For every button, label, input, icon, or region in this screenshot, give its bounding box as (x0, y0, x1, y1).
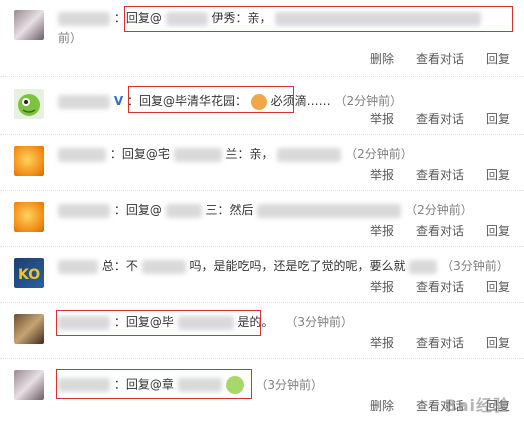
delete-button[interactable]: 删除 (370, 399, 394, 413)
comment-time: （2分钟前） (334, 94, 403, 108)
view-conversation-button[interactable]: 查看对话 (416, 52, 464, 66)
divider (0, 190, 524, 191)
blurred-name (58, 203, 110, 218)
green-character-icon (18, 94, 40, 116)
blurred-text (257, 203, 402, 218)
view-conversation-button[interactable]: 查看对话 (416, 168, 464, 182)
view-conversation-button[interactable]: 查看对话 (416, 224, 464, 238)
report-button[interactable]: 举报 (370, 112, 394, 126)
comment-text: 兰：亲， (225, 147, 274, 161)
comment-time: （3分钟前） (285, 315, 353, 329)
highlight-box (124, 6, 513, 32)
action-bar: 举报 查看对话 回复 (348, 278, 510, 295)
view-conversation-button[interactable]: 查看对话 (416, 280, 464, 294)
reply-button[interactable]: 回复 (486, 336, 510, 350)
blurred-text (277, 147, 342, 162)
blurred-name (165, 203, 202, 218)
comment-line: 总：不 吗，是能吃吗，还是吃了觉的呢，要么就 （3分钟前） (58, 258, 509, 274)
highlight-box (128, 86, 294, 113)
comment-time: （2分钟前） (405, 203, 473, 217)
verified-icon: V (113, 94, 124, 108)
action-bar: 删除 查看对话 回复 (348, 50, 510, 67)
divider (0, 358, 524, 359)
comment-time: 前） (58, 31, 83, 45)
divider (0, 134, 524, 135)
svg-text:KO: KO (18, 267, 40, 283)
avatar[interactable]: KO (14, 258, 44, 288)
reply-button[interactable]: 回复 (486, 168, 510, 182)
comment-text: 吗，是能吃吗，还是吃了觉的呢，要么就 (189, 259, 406, 273)
blurred-name (141, 259, 186, 274)
orange-avatar[interactable] (14, 202, 44, 232)
avatar[interactable] (14, 314, 44, 344)
comment-text: 总：不 (101, 259, 138, 273)
action-bar: 举报 查看对话 回复 (348, 222, 510, 239)
comment-line: ：回复@宅 兰：亲， （2分钟前） (58, 146, 413, 162)
blurred-name (173, 147, 222, 162)
blurred-name (58, 94, 110, 109)
watermark: Bai经验 (444, 396, 510, 415)
comment-text: 三：然后 (205, 203, 254, 217)
divider (0, 302, 524, 303)
action-bar: 举报 查看对话 回复 (348, 334, 510, 351)
highlight-box (56, 310, 261, 336)
reply-button[interactable]: 回复 (486, 280, 510, 294)
logo-icon: KO (18, 267, 40, 283)
comment-time: （3分钟前） (441, 259, 509, 273)
comment-line: ：回复@ 三：然后 （2分钟前） (58, 202, 473, 218)
action-bar: 举报 查看对话 回复 (348, 110, 510, 127)
divider (0, 76, 524, 77)
comment-text: ：回复@ (113, 203, 162, 217)
reply-button[interactable]: 回复 (486, 224, 510, 238)
blurred-text (409, 259, 438, 274)
divider (0, 246, 524, 247)
delete-button[interactable]: 删除 (370, 52, 394, 66)
action-bar: 举报 查看对话 回复 (348, 166, 510, 183)
view-conversation-button[interactable]: 查看对话 (416, 112, 464, 126)
comment-time: （2分钟前） (345, 147, 413, 161)
avatar[interactable] (14, 10, 44, 40)
blurred-name (58, 147, 106, 162)
blurred-name (58, 11, 110, 26)
comment-time: （3分钟前） (255, 377, 323, 392)
report-button[interactable]: 举报 (370, 224, 394, 238)
view-conversation-button[interactable]: 查看对话 (416, 336, 464, 350)
blurred-name (58, 259, 98, 274)
orange-avatar[interactable] (14, 146, 44, 176)
avatar[interactable] (14, 370, 44, 400)
highlight-box (56, 369, 252, 399)
report-button[interactable]: 举报 (370, 336, 394, 350)
reply-button[interactable]: 回复 (486, 52, 510, 66)
report-button[interactable]: 举报 (370, 168, 394, 182)
reply-button[interactable]: 回复 (486, 112, 510, 126)
avatar[interactable] (14, 89, 44, 119)
comment-text: ：回复@宅 (109, 147, 170, 161)
report-button[interactable]: 举报 (370, 280, 394, 294)
